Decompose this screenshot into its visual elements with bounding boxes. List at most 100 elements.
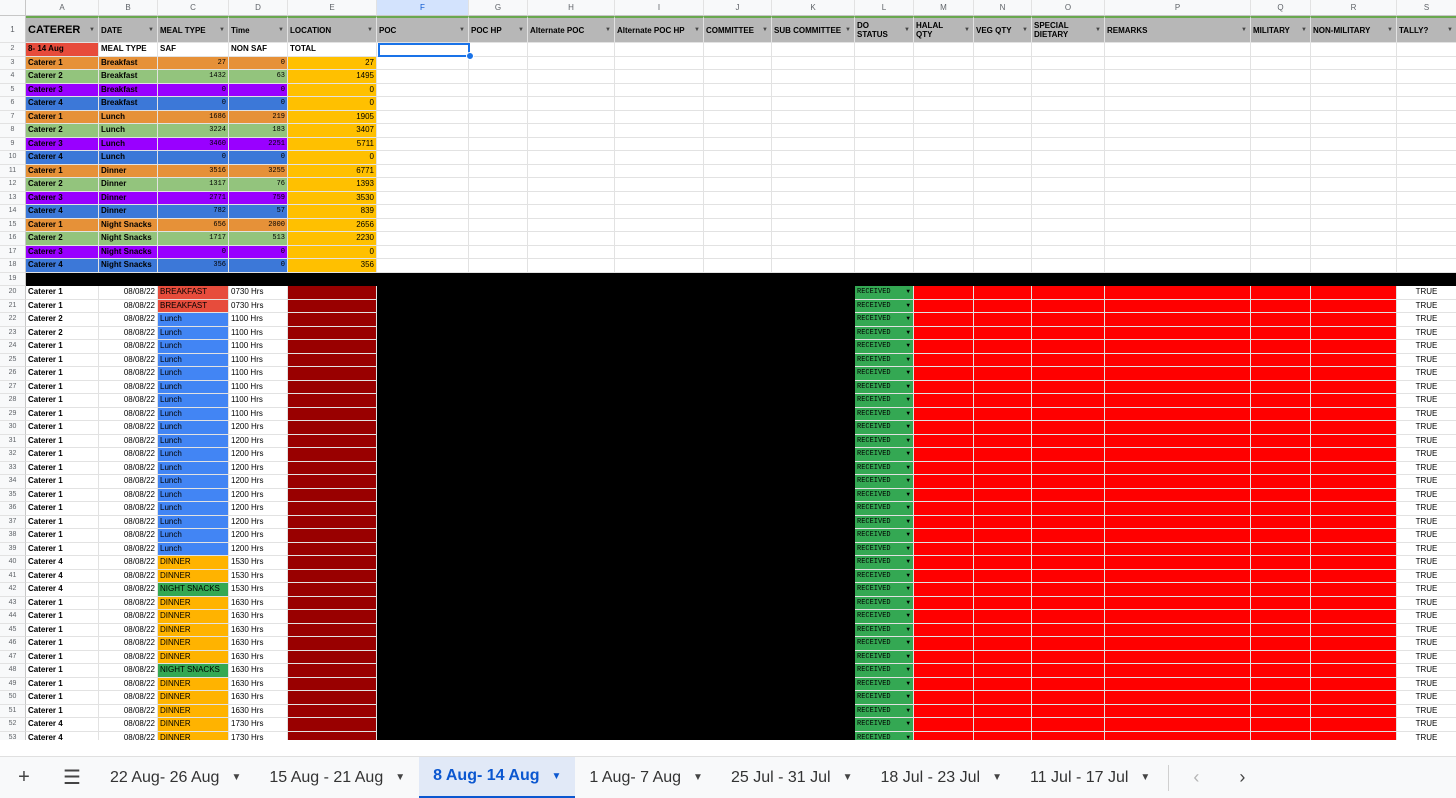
detail-cell[interactable]: 08/08/22: [99, 569, 158, 583]
detail-cell[interactable]: 08/08/22: [99, 704, 158, 718]
detail-cell[interactable]: 1630 Hrs: [229, 637, 288, 651]
column-header-i[interactable]: I: [615, 0, 704, 16]
summary-cell[interactable]: [855, 137, 914, 151]
summary-cell[interactable]: 1317: [158, 178, 229, 192]
detail-cell[interactable]: [914, 556, 974, 570]
summary-cell[interactable]: [772, 205, 855, 219]
summary-cell[interactable]: [914, 70, 974, 84]
detail-cell[interactable]: [1251, 488, 1311, 502]
column-header-d[interactable]: D: [229, 0, 288, 16]
summary-cell[interactable]: Caterer 2: [26, 70, 99, 84]
row-number[interactable]: 49: [0, 677, 26, 691]
summary-cell[interactable]: 0: [229, 83, 288, 97]
detail-cell[interactable]: Lunch: [158, 313, 229, 327]
row-number[interactable]: 10: [0, 151, 26, 165]
detail-cell[interactable]: [469, 394, 528, 408]
detail-cell[interactable]: [772, 650, 855, 664]
summary-cell[interactable]: [1397, 111, 1456, 124]
detail-cell[interactable]: [1251, 731, 1311, 740]
detail-cell[interactable]: [1105, 650, 1251, 664]
detail-cell[interactable]: [772, 326, 855, 340]
detail-cell[interactable]: [974, 502, 1032, 516]
summary-cell[interactable]: [1105, 110, 1251, 124]
caret-down-icon[interactable]: ▼: [906, 583, 910, 595]
summary-cell[interactable]: [377, 110, 469, 124]
summary-cell[interactable]: [772, 178, 855, 192]
detail-cell[interactable]: [528, 623, 615, 637]
summary-cell[interactable]: [855, 151, 914, 165]
do-status-dropdown[interactable]: RECEIVED ▼: [855, 556, 914, 570]
summary-cell[interactable]: 759: [229, 191, 288, 205]
detail-cell[interactable]: Caterer 1: [26, 637, 99, 651]
detail-cell[interactable]: [469, 353, 528, 367]
summary-cell[interactable]: [974, 245, 1032, 259]
detail-cell[interactable]: [974, 610, 1032, 624]
detail-cell[interactable]: [914, 448, 974, 462]
detail-cell[interactable]: Caterer 1: [26, 461, 99, 475]
detail-cell[interactable]: 1200 Hrs: [229, 515, 288, 529]
detail-cell[interactable]: [1311, 515, 1397, 529]
detail-cell[interactable]: [615, 691, 704, 705]
summary-cell[interactable]: [377, 151, 469, 165]
detail-cell[interactable]: [1032, 313, 1105, 327]
detail-cell[interactable]: [1105, 583, 1251, 597]
summary-cell[interactable]: 0: [229, 259, 288, 273]
row-number[interactable]: 13: [0, 191, 26, 205]
summary-cell[interactable]: Breakfast: [99, 70, 158, 84]
filter-icon[interactable]: ▼: [1241, 27, 1247, 33]
caret-down-icon[interactable]: ▼: [906, 664, 910, 676]
detail-cell[interactable]: [704, 718, 772, 732]
summary-cell[interactable]: [1105, 124, 1251, 138]
detail-cell[interactable]: TRUE: [1397, 313, 1456, 327]
detail-cell[interactable]: [772, 380, 855, 394]
summary-cell[interactable]: [1311, 151, 1397, 165]
summary-header-cell[interactable]: SAF: [158, 43, 229, 57]
summary-header-cell[interactable]: [1311, 43, 1397, 57]
summary-cell[interactable]: [914, 191, 974, 205]
column-header-n[interactable]: N: [974, 0, 1032, 16]
detail-cell[interactable]: Lunch: [158, 529, 229, 543]
row-number[interactable]: 17: [0, 245, 26, 259]
detail-cell[interactable]: 1530 Hrs: [229, 556, 288, 570]
summary-cell[interactable]: 27: [288, 56, 377, 70]
summary-cell[interactable]: 782: [158, 205, 229, 219]
summary-cell[interactable]: [528, 205, 615, 219]
summary-cell[interactable]: Caterer 3: [26, 137, 99, 151]
detail-cell[interactable]: [974, 529, 1032, 543]
do-status-dropdown[interactable]: RECEIVED ▼: [855, 340, 914, 354]
summary-cell[interactable]: [1251, 218, 1311, 232]
summary-cell[interactable]: Caterer 3: [26, 245, 99, 259]
detail-cell[interactable]: [615, 623, 704, 637]
detail-cell[interactable]: Caterer 1: [26, 434, 99, 448]
caret-down-icon[interactable]: ▼: [906, 327, 910, 339]
detail-cell[interactable]: Lunch: [158, 421, 229, 435]
fill-handle[interactable]: [466, 52, 474, 60]
summary-cell[interactable]: [1032, 70, 1105, 84]
row-number[interactable]: 26: [0, 367, 26, 381]
row-number[interactable]: 51: [0, 704, 26, 718]
detail-cell[interactable]: [704, 610, 772, 624]
summary-cell[interactable]: 0: [288, 97, 377, 111]
detail-cell[interactable]: Caterer 4: [26, 731, 99, 740]
summary-cell[interactable]: [528, 191, 615, 205]
detail-cell[interactable]: [288, 691, 377, 705]
summary-cell[interactable]: [914, 137, 974, 151]
detail-cell[interactable]: 1530 Hrs: [229, 569, 288, 583]
detail-cell[interactable]: [914, 542, 974, 556]
detail-cell[interactable]: [528, 394, 615, 408]
summary-cell[interactable]: [914, 151, 974, 165]
row-number[interactable]: 50: [0, 691, 26, 705]
detail-cell[interactable]: DINNER: [158, 704, 229, 718]
detail-cell[interactable]: [469, 529, 528, 543]
filter-icon[interactable]: ▼: [1022, 27, 1028, 33]
separator-cell[interactable]: [229, 272, 288, 286]
detail-cell[interactable]: [288, 434, 377, 448]
detail-cell[interactable]: 08/08/22: [99, 326, 158, 340]
detail-cell[interactable]: [469, 340, 528, 354]
summary-cell[interactable]: [615, 191, 704, 205]
summary-cell[interactable]: [1311, 245, 1397, 259]
detail-cell[interactable]: [772, 367, 855, 381]
caret-down-icon[interactable]: ▼: [906, 624, 910, 636]
caret-down-icon[interactable]: ▼: [906, 678, 910, 690]
detail-cell[interactable]: [914, 461, 974, 475]
